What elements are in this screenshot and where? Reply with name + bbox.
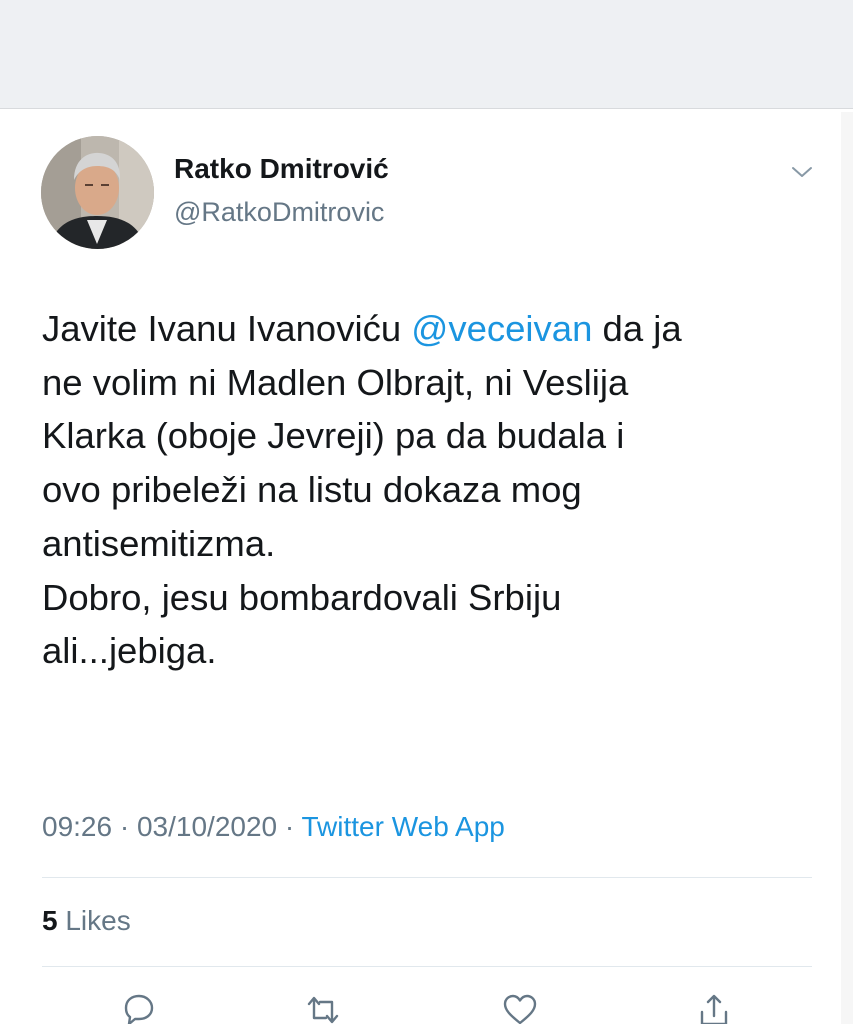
author-handle[interactable]: @RatkoDmitrovic xyxy=(174,197,384,228)
avatar[interactable] xyxy=(41,136,154,249)
tweet-text-segment: da ja xyxy=(592,308,682,349)
tweet-time[interactable]: 09:26 xyxy=(42,811,112,842)
tweet-line: antisemitizma. xyxy=(42,522,276,564)
tweet-line: Dobro, jesu bombardovali Srbiju xyxy=(42,576,562,618)
share-icon[interactable] xyxy=(694,990,734,1024)
likes-label: Likes xyxy=(65,905,131,936)
tweet-text-segment: Javite Ivanu Ivanoviću xyxy=(42,308,412,349)
mention-link[interactable]: @veceivan xyxy=(411,308,592,349)
retweet-icon[interactable] xyxy=(303,990,343,1024)
divider xyxy=(42,877,812,878)
likes-stat[interactable]: 5 Likes xyxy=(42,905,131,937)
tweet-line: ovo pribeleži na listu dokaza mog xyxy=(42,469,582,511)
tweet-date[interactable]: 03/10/2020 xyxy=(137,811,277,842)
chevron-down-icon[interactable] xyxy=(788,158,816,186)
author-display-name[interactable]: Ratko Dmitrović xyxy=(174,153,389,185)
tweet-line: Javite Ivanu Ivanoviću @veceivan da ja xyxy=(42,302,822,356)
reply-icon[interactable] xyxy=(118,990,158,1024)
tweet-meta: 09:26 · 03/10/2020 · Twitter Web App xyxy=(42,811,505,843)
tweet-line: ali...jebiga. xyxy=(42,630,217,672)
heart-icon[interactable] xyxy=(500,990,540,1024)
meta-separator: · xyxy=(284,811,295,842)
meta-separator: · xyxy=(119,811,130,842)
divider xyxy=(42,966,812,967)
tweet-screen: Ratko Dmitrović @RatkoDmitrovic Javite I… xyxy=(0,0,853,1024)
tweet-source-link[interactable]: Twitter Web App xyxy=(302,811,505,842)
tweet-line: ne volim ni Madlen Olbrajt, ni Veslija xyxy=(42,361,629,403)
tweet-text: Javite Ivanu Ivanoviću @veceivan da ja n… xyxy=(42,302,822,678)
scrollbar[interactable] xyxy=(841,112,853,1024)
likes-count: 5 xyxy=(42,905,58,936)
top-bar xyxy=(0,0,853,109)
tweet-line: Klarka (oboje Jevreji) pa da budala i xyxy=(42,415,625,457)
